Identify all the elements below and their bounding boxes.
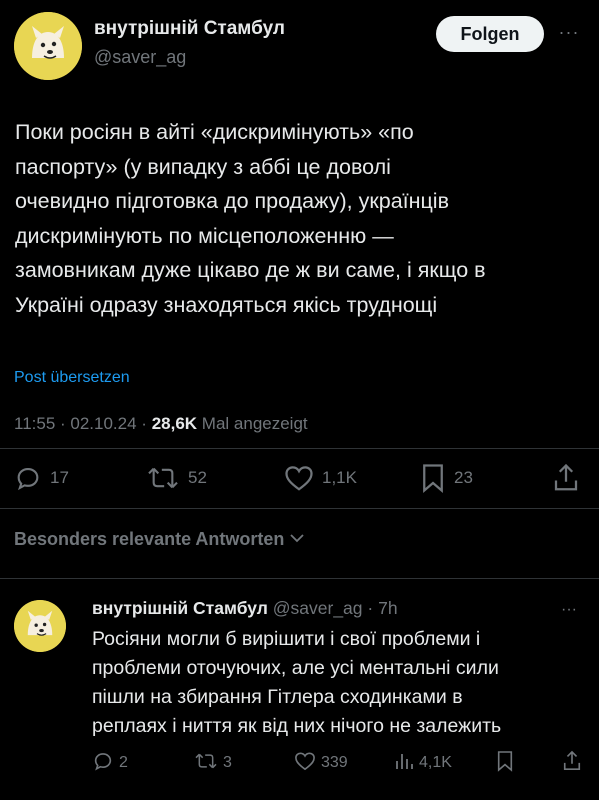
reply-button[interactable]: 2 xyxy=(92,748,128,778)
replies-sort-label: Besonders relevante Antworten xyxy=(14,529,285,549)
reply-button[interactable]: 17 xyxy=(14,458,69,498)
post-text-line: дискримінують по місцеположенню — xyxy=(15,223,394,248)
bookmark-icon xyxy=(420,463,446,493)
divider xyxy=(0,508,599,509)
reply-icon xyxy=(14,464,42,492)
reply-action-bar: 2 3 339 4,1K xyxy=(0,748,599,778)
share-button[interactable] xyxy=(562,748,582,778)
like-count: 339 xyxy=(321,754,348,771)
reply-author-handle[interactable]: @saver_ag xyxy=(273,598,363,618)
reply-count: 17 xyxy=(50,468,69,487)
bookmark-count: 23 xyxy=(454,468,473,487)
heart-icon xyxy=(284,464,314,492)
repost-button[interactable]: 52 xyxy=(146,458,207,498)
reply-author-name[interactable]: внутрішній Стамбул xyxy=(92,598,268,618)
follow-button[interactable]: Folgen xyxy=(436,16,544,52)
repost-count: 3 xyxy=(223,754,232,771)
post-text-line: Поки росіян в айті «дискримінують» «по xyxy=(15,120,414,144)
tweet-header: внутрішній Стамбул @saver_ag Folgen ··· xyxy=(0,0,599,100)
chevron-down-icon xyxy=(288,529,306,550)
author-handle[interactable]: @saver_ag xyxy=(94,47,186,68)
repost-count: 52 xyxy=(188,468,207,487)
bookmark-icon xyxy=(496,750,514,777)
share-button[interactable] xyxy=(552,458,580,498)
divider xyxy=(0,578,599,579)
repost-button[interactable]: 3 xyxy=(194,748,232,778)
share-icon xyxy=(552,463,580,493)
reply-text-line: проблеми оточуючих, але усі ментальні си… xyxy=(92,657,499,679)
reply-count: 2 xyxy=(119,754,128,771)
heart-icon xyxy=(294,751,316,776)
repost-icon xyxy=(194,751,218,776)
reply-text-line: Росіяни могли б вирішити і свої проблеми… xyxy=(92,628,481,650)
avatar[interactable] xyxy=(14,12,82,80)
views-count: 4,1K xyxy=(419,754,452,771)
views-count: 28,6K xyxy=(151,414,198,433)
avatar[interactable] xyxy=(14,600,66,652)
like-button[interactable]: 1,1K xyxy=(284,458,357,498)
reply-age[interactable]: 7h xyxy=(378,598,397,618)
post-text-line: Україні одразу знаходяться якісь труднощ… xyxy=(15,292,438,317)
reply-tweet[interactable]: внутрішній Стамбул @saver_ag · 7h ··· Ро… xyxy=(0,585,599,800)
divider xyxy=(0,448,599,449)
like-button[interactable]: 339 xyxy=(294,748,348,778)
post-text-line: замовникам дуже цікаво де ж ви саме, і я… xyxy=(15,258,486,282)
repost-icon xyxy=(146,464,180,492)
post-text-line: паспорту» (у випадку з аббі це доволі xyxy=(15,154,391,179)
reply-text-line: пішли на збирання Гітлера сходинками в xyxy=(92,686,463,708)
more-options-icon[interactable]: ··· xyxy=(556,601,582,618)
post-meta: 11:55 · 02.10.24 · 28,6K Mal angezeigt xyxy=(14,414,308,433)
post-time[interactable]: 11:55 xyxy=(14,414,55,433)
more-options-icon[interactable]: ··· xyxy=(556,22,582,42)
post-text-line: очевидно підготовка до продажу), українц… xyxy=(15,189,450,213)
views-button[interactable]: 4,1K xyxy=(394,748,452,778)
translate-link[interactable]: Post übersetzen xyxy=(14,369,130,387)
reply-text: Росіяни могли б вирішити і свої проблеми… xyxy=(92,625,592,741)
post-date[interactable]: 02.10.24 xyxy=(70,414,136,433)
bookmark-button[interactable] xyxy=(496,748,514,778)
bookmark-button[interactable]: 23 xyxy=(420,458,473,498)
post-text: Поки росіян в айті «дискримінують» «по п… xyxy=(15,115,585,322)
share-icon xyxy=(562,750,582,777)
author-name[interactable]: внутрішній Стамбул xyxy=(94,18,285,40)
reply-text-line: реплаях і ниття як від них нічого не зал… xyxy=(92,715,502,737)
reply-header: внутрішній Стамбул @saver_ag · 7h xyxy=(92,598,398,618)
like-count: 1,1K xyxy=(322,468,357,487)
replies-sort-selector[interactable]: Besonders relevante Antworten xyxy=(14,529,306,550)
action-bar: 17 52 1,1K 23 xyxy=(0,458,599,498)
reply-icon xyxy=(92,750,114,777)
views-icon xyxy=(394,751,414,776)
views-label: Mal angezeigt xyxy=(201,414,308,433)
